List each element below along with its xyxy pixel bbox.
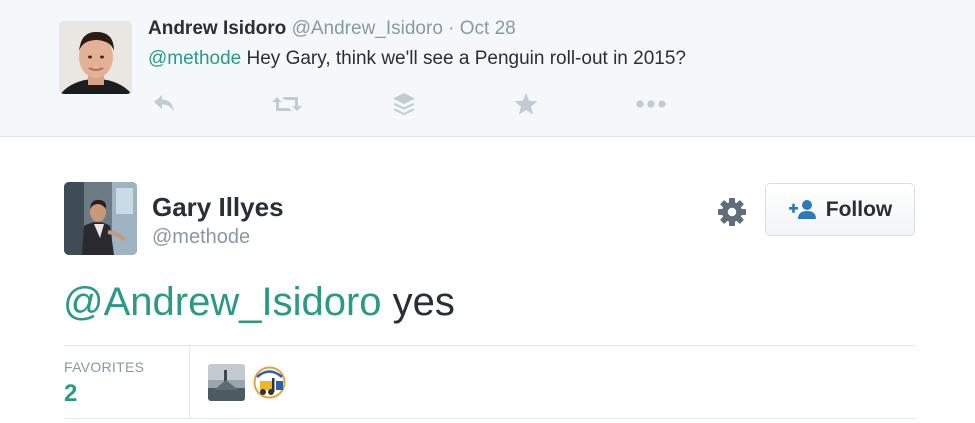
tweet-text-body: yes <box>381 280 455 324</box>
reply-author-handle[interactable]: @Andrew_Isidoro <box>292 18 443 39</box>
gary-avatar[interactable] <box>64 182 137 255</box>
follow-user-icon <box>788 199 816 219</box>
settings-button[interactable] <box>716 196 748 228</box>
tweet-mention-link[interactable]: @Andrew_Isidoro <box>63 280 382 324</box>
tweet-stats: FAVORITES 2 <box>64 345 916 419</box>
follow-button[interactable]: Follow <box>765 183 915 236</box>
reply-text-body: Hey Gary, think we'll see a Penguin roll… <box>241 48 686 69</box>
reply-mention-link[interactable]: @methode <box>148 48 241 69</box>
reply-button[interactable] <box>148 88 182 120</box>
retweet-button[interactable] <box>270 88 304 120</box>
more-button[interactable] <box>634 88 668 120</box>
andrew-avatar[interactable] <box>59 21 132 94</box>
favoriter-avatar[interactable] <box>208 364 245 401</box>
in-reply-to-tweet: Andrew Isidoro @Andrew_Isidoro · Oct 28 … <box>0 0 975 137</box>
favorites-count[interactable]: 2 <box>64 380 77 408</box>
reply-tweet-text: @methode Hey Gary, think we'll see a Pen… <box>148 48 686 70</box>
gear-icon <box>718 198 746 226</box>
author-handle[interactable]: @methode <box>152 226 250 249</box>
more-icon <box>636 100 666 108</box>
favoriter-avatar[interactable] <box>251 364 288 401</box>
stats-divider <box>189 346 190 418</box>
retweet-icon <box>272 97 302 111</box>
reply-tweet-header: Andrew Isidoro @Andrew_Isidoro · Oct 28 <box>148 18 516 40</box>
reply-tweet-actions <box>148 88 708 120</box>
reply-timestamp[interactable]: Oct 28 <box>460 18 516 39</box>
favorite-icon <box>514 93 538 115</box>
header-separator: · <box>448 18 455 39</box>
follow-label: Follow <box>825 197 893 221</box>
favorites-label: FAVORITES <box>64 359 145 375</box>
reply-author-name[interactable]: Andrew Isidoro <box>148 18 286 39</box>
favorite-button[interactable] <box>509 88 543 120</box>
author-name[interactable]: Gary Illyes <box>152 192 284 223</box>
reply-icon <box>154 95 174 112</box>
buffer-icon <box>393 93 415 116</box>
tweet-text: @Andrew_Isidoro yes <box>63 280 455 325</box>
buffer-button[interactable] <box>387 88 421 120</box>
